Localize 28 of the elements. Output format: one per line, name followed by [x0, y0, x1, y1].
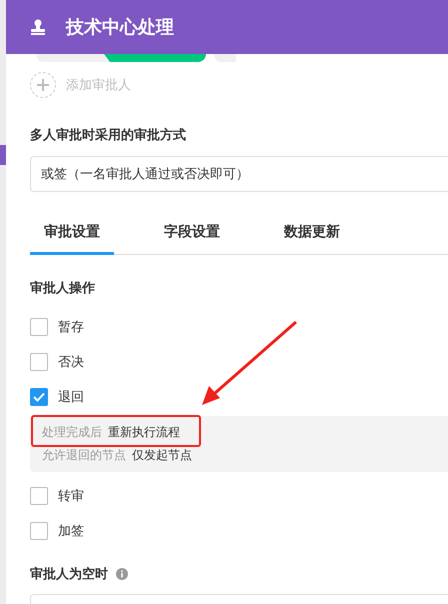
- setting-name: 处理完成后: [42, 424, 102, 441]
- section-label: 审批人操作: [30, 280, 96, 297]
- checkbox[interactable]: [30, 522, 48, 540]
- plus-icon: [36, 78, 50, 92]
- checkbox[interactable]: [30, 318, 48, 336]
- sidebar-strip: [0, 145, 6, 165]
- tab[interactable]: 字段设置: [150, 212, 234, 255]
- checkbox[interactable]: [30, 486, 48, 504]
- checkbox-label: 转审: [58, 488, 84, 504]
- tab[interactable]: 审批设置: [30, 212, 114, 255]
- setting-value: 仅发起节点: [132, 447, 192, 464]
- approval-mode-select[interactable]: 或签（一名审批人通过或否决即可）: [30, 156, 448, 192]
- panel-title: 技术中心处理: [66, 16, 174, 39]
- checkbox-label: 暂存: [58, 318, 84, 336]
- setting-value: 重新执行流程: [108, 424, 180, 441]
- checkbox[interactable]: [30, 352, 48, 370]
- checkbox-label: 否决: [58, 354, 84, 370]
- tab[interactable]: 数据更新: [270, 212, 354, 255]
- section-label: 审批人为空时: [30, 566, 108, 583]
- checkbox-label: 退回: [58, 388, 84, 406]
- setting-name: 允许退回的节点: [42, 447, 126, 464]
- info-icon: [116, 568, 128, 580]
- checkbox[interactable]: [30, 388, 48, 406]
- stamp-icon: [30, 19, 46, 35]
- approval-mode-label: 多人审批时采用的审批方式: [30, 126, 187, 144]
- checkbox-label: 加签: [58, 522, 84, 540]
- add-approver-button[interactable]: [30, 72, 56, 98]
- checkmark-icon: [33, 392, 45, 402]
